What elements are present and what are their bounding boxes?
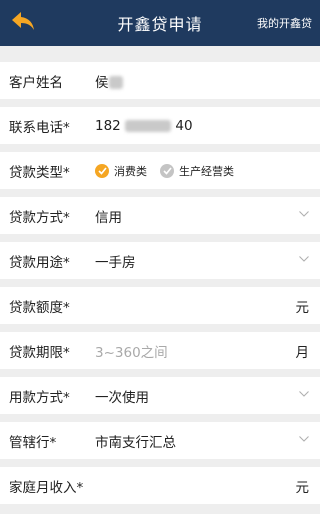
loan-amount-row: 贷款额度* 元	[0, 287, 320, 324]
phone-label: 联系电话*	[9, 119, 70, 136]
month-unit: 月	[295, 344, 310, 361]
family-income-row: 家庭月收入* 元	[0, 467, 320, 504]
redacted-mark	[108, 76, 123, 89]
loan-term-label: 贷款期限*	[9, 344, 70, 361]
my-loans-link[interactable]: 我的开鑫贷	[257, 0, 312, 46]
usage-method-select[interactable]: 一次使用	[95, 386, 149, 406]
family-income-input[interactable]	[95, 476, 285, 496]
branch-row[interactable]: 管辖行* 市南支行汇总	[0, 422, 320, 459]
customer-name-row: 客户姓名 侯	[0, 62, 320, 99]
loan-method-row[interactable]: 贷款方式* 信用	[0, 197, 320, 234]
loan-amount-input[interactable]	[95, 296, 285, 316]
loan-amount-label: 贷款额度*	[9, 299, 70, 316]
loan-method-label: 贷款方式*	[9, 209, 70, 226]
phone-input[interactable]: 182 40	[95, 118, 193, 134]
radio-unchecked-icon	[160, 163, 174, 178]
loan-type-label: 贷款类型*	[9, 164, 70, 181]
usage-method-label: 用款方式*	[9, 389, 70, 406]
chevron-down-icon	[299, 436, 309, 442]
family-income-label: 家庭月收入*	[9, 479, 84, 496]
redacted-mark	[125, 119, 172, 132]
currency-unit: 元	[295, 299, 310, 316]
loan-purpose-select[interactable]: 一手房	[95, 251, 136, 271]
loan-type-row: 贷款类型* 消费类 生产经营类	[0, 152, 320, 189]
branch-select[interactable]: 市南支行汇总	[95, 431, 176, 451]
branch-label: 管辖行*	[9, 434, 57, 451]
customer-name-label: 客户姓名	[9, 74, 63, 91]
chevron-down-icon	[299, 391, 309, 397]
loan-purpose-row[interactable]: 贷款用途* 一手房	[0, 242, 320, 279]
usage-method-row[interactable]: 用款方式* 一次使用	[0, 377, 320, 414]
loan-type-option-consumer[interactable]: 消费类	[95, 163, 147, 179]
chevron-down-icon	[299, 211, 309, 217]
top-nav-bar: 开鑫贷申请 我的开鑫贷	[0, 0, 320, 46]
loan-type-option-business[interactable]: 生产经营类	[160, 163, 234, 179]
loan-term-row: 贷款期限* 3~360之间 月	[0, 332, 320, 369]
loan-purpose-label: 贷款用途*	[9, 254, 70, 271]
phone-row: 联系电话* 182 40	[0, 107, 320, 144]
currency-unit: 元	[295, 479, 310, 496]
chevron-down-icon	[299, 256, 309, 262]
customer-name-input[interactable]: 侯	[95, 71, 123, 91]
radio-checked-icon	[95, 163, 109, 178]
loan-method-select[interactable]: 信用	[95, 206, 122, 226]
loan-term-input[interactable]: 3~360之间	[95, 341, 168, 361]
